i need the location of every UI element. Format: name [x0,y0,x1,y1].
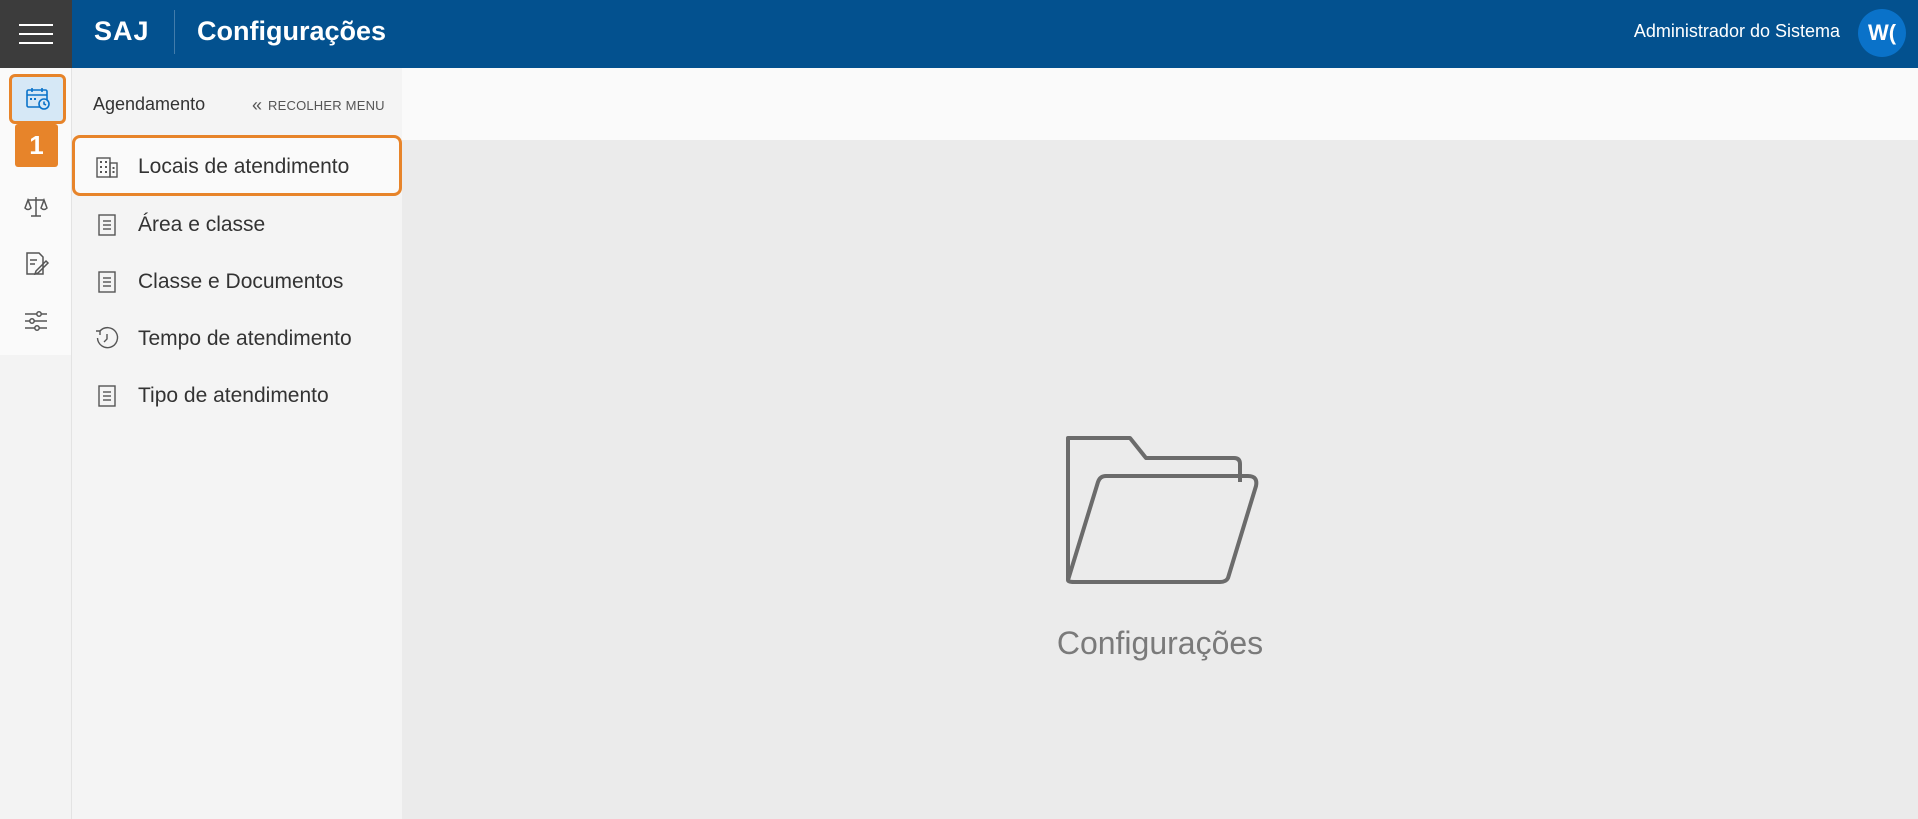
user-name[interactable]: Administrador do Sistema [1634,21,1840,42]
document-icon [98,271,116,293]
collapse-menu-button[interactable]: « RECOLHER MENU [252,94,385,116]
rail-item-juridico[interactable] [12,185,60,229]
main-toolbar-strip [402,68,1918,140]
double-chevron-left-icon: « [252,95,263,115]
menu-item-classe-e-documentos[interactable]: Classe e Documentos [72,253,402,310]
menu-item-label: Área e classe [138,212,266,236]
rail-item-agendamento[interactable] [9,74,66,124]
building-icon [96,157,118,178]
folder-open-icon [1066,436,1259,584]
document-icon [98,385,116,407]
calendar-clock-icon [25,88,50,110]
empty-state-label: Configurações [1056,625,1264,661]
document-icon [98,214,116,236]
menu-item-label: Locais de atendimento [138,154,350,178]
page-title: Configurações [197,16,387,46]
hamburger-icon [19,24,53,44]
collapse-menu-label: RECOLHER MENU [268,97,385,113]
menu-item-label: Tipo de atendimento [138,383,329,407]
header-divider [174,10,175,54]
edit-document-icon [26,252,50,276]
menu-item-tipo-de-atendimento[interactable]: Tipo de atendimento [72,367,402,424]
menu-item-area-e-classe[interactable]: Área e classe [72,196,402,253]
sliders-icon [25,311,47,331]
top-bar: SAJ Configurações Administrador do Siste… [0,0,1918,68]
submenu-title: Agendamento [93,94,206,114]
rail-item-ajustes[interactable] [12,299,60,343]
brand-logo[interactable]: SAJ [94,16,150,47]
clock-icon [96,326,119,349]
menu-item-locais-de-atendimento[interactable]: Locais de atendimento [72,138,402,195]
scales-icon [24,197,48,217]
avatar[interactable]: W( [1858,9,1906,57]
main-content: Configurações [402,140,1918,819]
menu-item-tempo-de-atendimento[interactable]: Tempo de atendimento [72,310,402,367]
menu-item-label: Tempo de atendimento [138,326,352,350]
menu-item-label: Classe e Documentos [138,269,344,293]
icon-rail-empty [0,355,72,819]
annotation-badge-1: 1 [15,124,58,167]
hamburger-menu-button[interactable] [0,0,72,68]
icon-rail [0,68,72,355]
rail-item-documentos[interactable] [12,242,60,286]
